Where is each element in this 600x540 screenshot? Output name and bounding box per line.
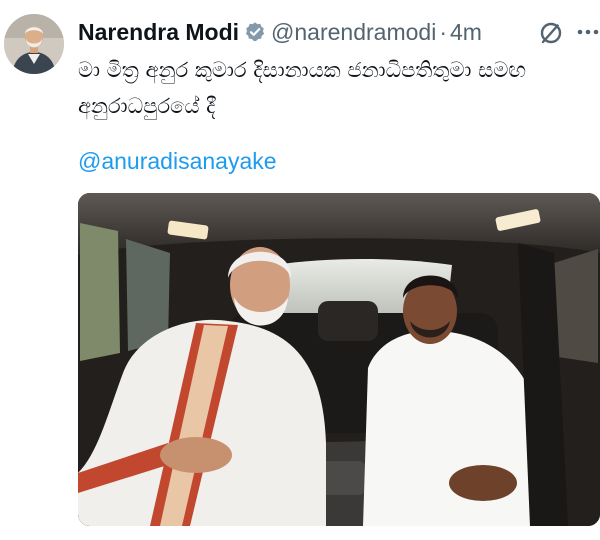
more-options-icon[interactable] bbox=[576, 24, 600, 40]
tweet-timestamp[interactable]: 4m bbox=[450, 19, 482, 46]
tweet[interactable]: Narendra Modi @narendramodi · 4m මා මිත්… bbox=[0, 0, 600, 540]
header-separator: · bbox=[439, 18, 447, 45]
grok-icon[interactable] bbox=[538, 20, 564, 46]
photo-image bbox=[78, 193, 600, 526]
mention-link[interactable]: @anuradisanayake bbox=[78, 148, 277, 175]
author-handle[interactable]: @narendramodi bbox=[271, 19, 436, 46]
avatar-image bbox=[4, 14, 64, 74]
tweet-photo[interactable] bbox=[78, 193, 600, 526]
author-avatar[interactable] bbox=[4, 14, 64, 74]
author-display-name[interactable]: Narendra Modi bbox=[78, 19, 239, 46]
tweet-header: Narendra Modi @narendramodi · 4m bbox=[78, 17, 482, 47]
verified-badge-icon bbox=[245, 22, 265, 42]
tweet-text: මා මිත්‍ර අනුර කුමාර දිසානායක ජනාධිපතිතු… bbox=[78, 58, 526, 118]
